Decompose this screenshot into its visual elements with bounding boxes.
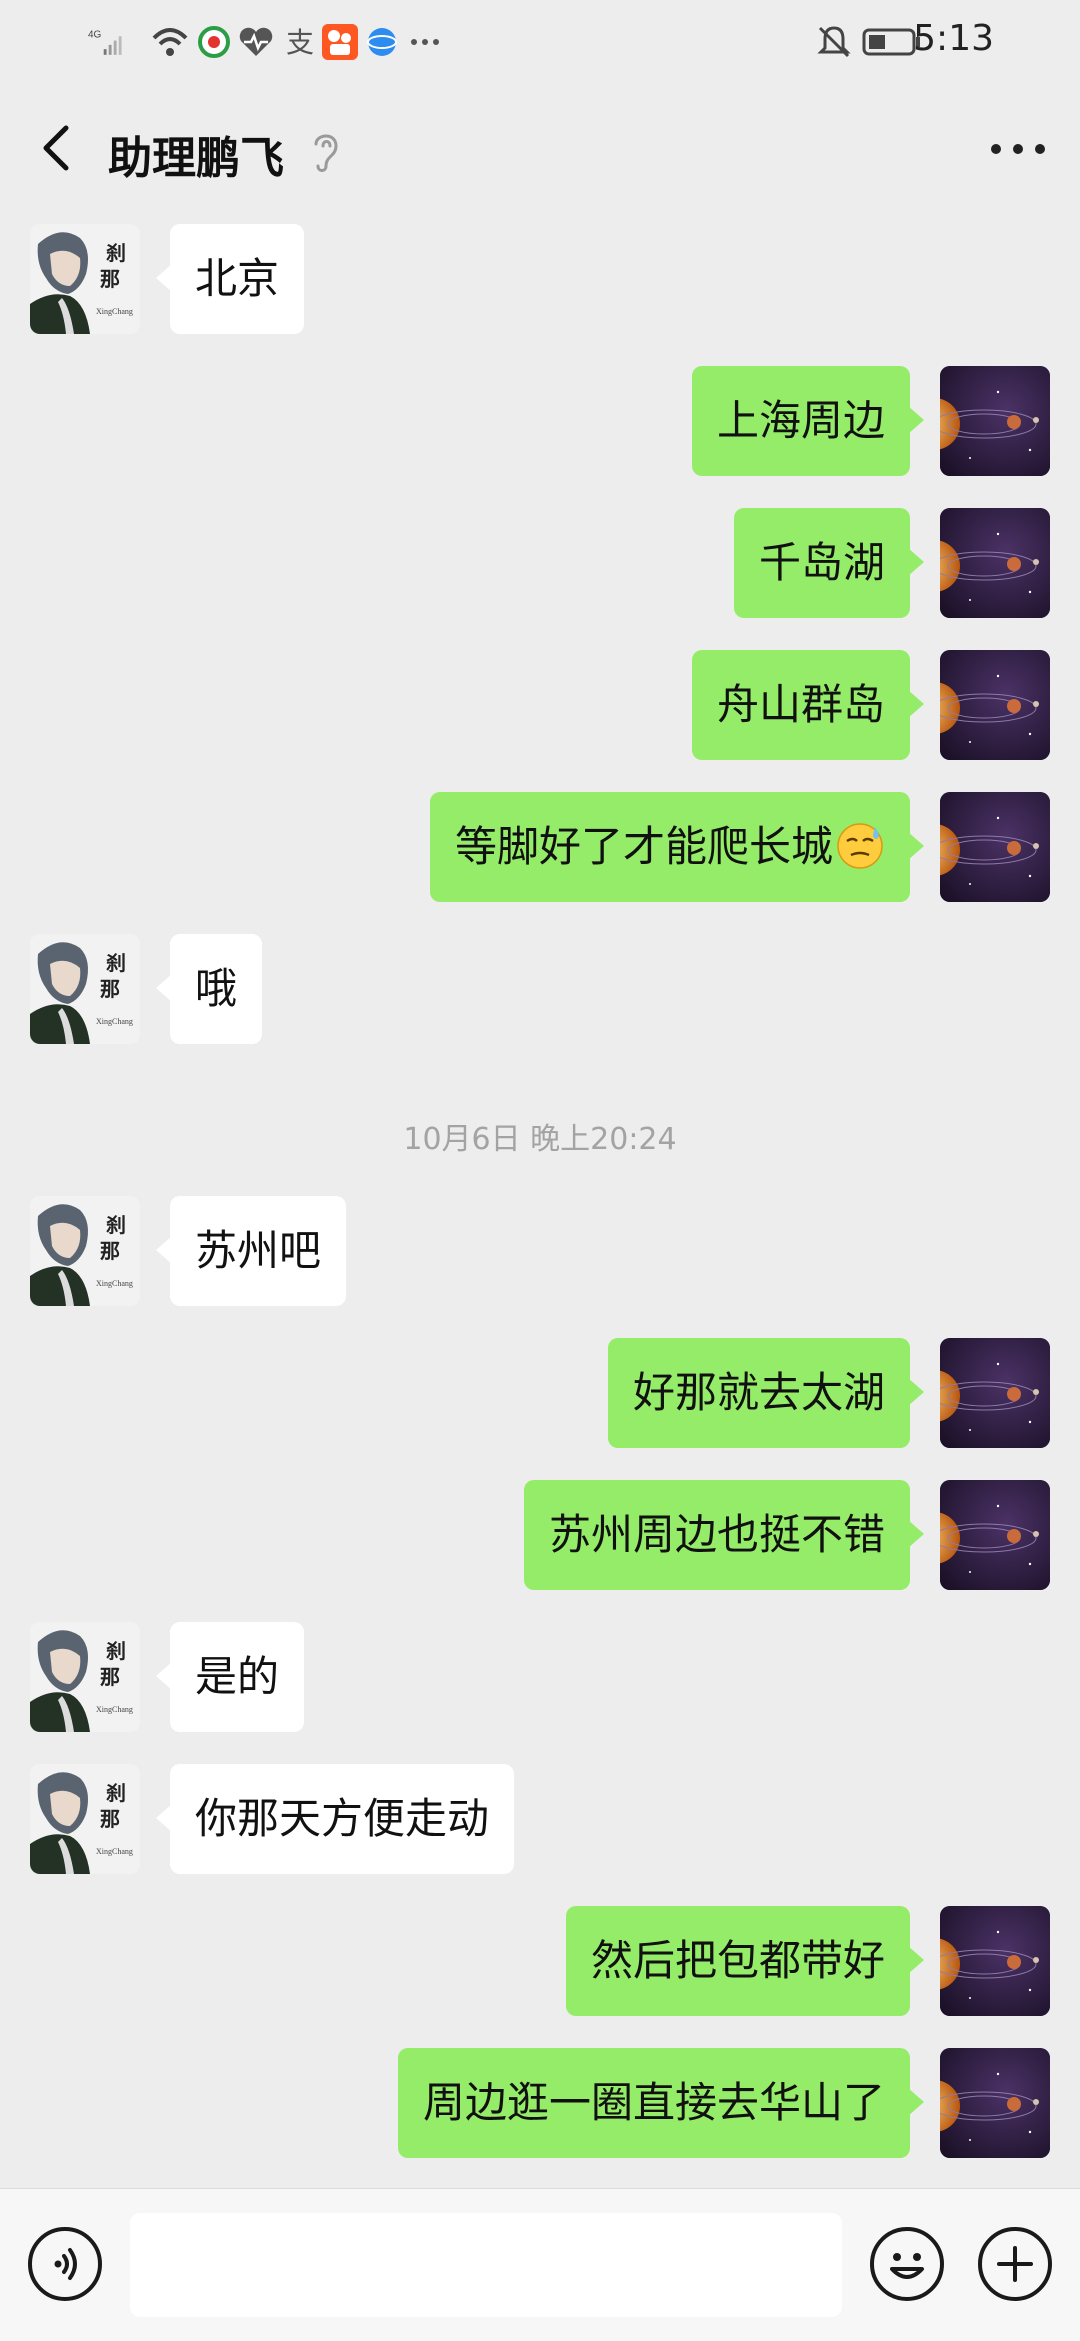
received-message: 刹那 XingChang 哦 (0, 934, 1080, 1044)
contact-avatar[interactable]: 刹那 XingChang (30, 224, 140, 334)
message-text: 哦 (195, 964, 238, 1013)
message-text: 你那天方便走动 (195, 1794, 490, 1843)
my-avatar[interactable] (940, 1338, 1050, 1448)
received-message: 刹那 XingChang 是的 (0, 1622, 1080, 1732)
app-notification-icon (198, 20, 230, 64)
svg-text:4G: 4G (88, 30, 102, 41)
message-bubble[interactable]: 是的 (155, 1622, 305, 1732)
contact-avatar[interactable]: 刹那 XingChang (30, 1622, 140, 1732)
emoji-button[interactable] (870, 2227, 944, 2301)
my-avatar[interactable] (940, 792, 1050, 902)
my-avatar[interactable] (940, 650, 1050, 760)
plus-icon (997, 2246, 1033, 2282)
sweat-emoji-icon (837, 822, 883, 869)
svg-text:刹: 刹 (106, 951, 126, 975)
svg-text:那: 那 (100, 1807, 120, 1831)
contact-avatar[interactable]: 刹那 XingChang (30, 1196, 140, 1306)
sent-message: 千岛湖 (0, 508, 1080, 618)
message-text: 上海周边 (716, 396, 885, 445)
voice-button[interactable] (28, 2227, 102, 2301)
svg-text:刹: 刹 (106, 241, 126, 265)
more-options-button[interactable] (986, 124, 1050, 174)
message-bubble[interactable]: 上海周边 (691, 366, 925, 476)
sent-message: 等脚好了才能爬长城 (0, 792, 1080, 902)
message-text: 千岛湖 (758, 538, 885, 587)
voice-icon (54, 2248, 77, 2280)
sent-message: 舟山群岛 (0, 650, 1080, 760)
svg-text:XingChang: XingChang (96, 1705, 133, 1714)
received-message: 刹那 XingChang 你那天方便走动 (0, 1764, 1080, 1874)
svg-text:XingChang: XingChang (96, 1279, 133, 1288)
plus-button[interactable] (978, 2227, 1052, 2301)
mute-icon (816, 20, 852, 64)
svg-text:刹: 刹 (106, 1213, 126, 1237)
emoji-icon (890, 2253, 924, 2279)
message-text: 是的 (195, 1652, 280, 1701)
more-notifications-icon (410, 20, 440, 64)
message-bubble[interactable]: 千岛湖 (733, 508, 925, 618)
signal-icon: 4G (88, 20, 128, 64)
sent-message: 周边逛一圈直接去华山了 (0, 2048, 1080, 2158)
message-text: 苏州周边也挺不错 (548, 1510, 885, 1559)
svg-text:那: 那 (100, 1239, 120, 1263)
nav-bar: 助理鹏飞 (0, 84, 1080, 212)
svg-text:那: 那 (100, 977, 120, 1001)
sent-message: 然后把包都带好 (0, 1906, 1080, 2016)
contact-avatar[interactable]: 刹那 XingChang (30, 1764, 140, 1874)
svg-text:XingChang: XingChang (96, 1017, 133, 1026)
received-message: 刹那 XingChang 苏州吧 (0, 1196, 1080, 1306)
my-avatar[interactable] (940, 1480, 1050, 1590)
svg-text:XingChang: XingChang (96, 307, 133, 316)
svg-text:那: 那 (100, 267, 120, 291)
message-text: 然后把包都带好 (590, 1936, 885, 1985)
wifi-icon (150, 20, 190, 64)
message-timestamp: 10月6日 晚上20:24 (403, 1122, 677, 1157)
my-avatar[interactable] (940, 1906, 1050, 2016)
message-bubble[interactable]: 舟山群岛 (691, 650, 925, 760)
message-text: 等脚好了才能爬长城 (454, 822, 833, 871)
message-bubble[interactable]: 然后把包都带好 (565, 1906, 925, 2016)
message-text: 周边逛一圈直接去华山了 (422, 2078, 885, 2127)
kuaishou-icon (322, 20, 358, 64)
message-bubble[interactable]: 你那天方便走动 (155, 1764, 515, 1874)
contact-avatar[interactable]: 刹那 XingChang (30, 934, 140, 1044)
svg-text:刹: 刹 (106, 1781, 126, 1805)
message-bubble[interactable]: 等脚好了才能爬长城 (429, 792, 925, 902)
message-bubble[interactable]: 好那就去太湖 (607, 1338, 925, 1448)
message-input[interactable] (130, 2213, 842, 2317)
received-message: 刹那 XingChang 北京 (0, 224, 1080, 334)
message-text: 苏州吧 (195, 1226, 322, 1275)
chat-title: 助理鹏飞 (108, 133, 284, 184)
ear-icon (306, 126, 346, 178)
svg-text:刹: 刹 (106, 1639, 126, 1663)
input-bar (0, 2188, 1080, 2341)
message-bubble[interactable]: 周边逛一圈直接去华山了 (397, 2048, 925, 2158)
status-time: 5:13 (913, 18, 994, 59)
back-button[interactable] (24, 116, 88, 180)
health-icon (238, 20, 274, 64)
message-text: 北京 (195, 254, 280, 303)
sent-message: 苏州周边也挺不错 (0, 1480, 1080, 1590)
message-bubble[interactable]: 苏州吧 (155, 1196, 347, 1306)
status-bar: 4G 支 5:13 (0, 0, 1080, 84)
message-text: 好那就去太湖 (632, 1368, 885, 1417)
chevron-left-icon (43, 125, 69, 171)
sent-message: 好那就去太湖 (0, 1338, 1080, 1448)
alipay-icon: 支 (284, 20, 320, 64)
message-bubble[interactable]: 哦 (155, 934, 263, 1044)
more-icon (991, 144, 1045, 154)
browser-icon (366, 20, 398, 64)
my-avatar[interactable] (940, 366, 1050, 476)
message-bubble[interactable]: 北京 (155, 224, 305, 334)
svg-text:XingChang: XingChang (96, 1847, 133, 1856)
my-avatar[interactable] (940, 2048, 1050, 2158)
svg-text:支: 支 (286, 26, 314, 59)
svg-text:那: 那 (100, 1665, 120, 1689)
my-avatar[interactable] (940, 508, 1050, 618)
chat-message-list[interactable]: 刹那 XingChang 北京 上海周边 千岛湖 舟山群岛 等脚好了才能爬长城刹那 XingC… (0, 212, 1080, 2188)
sent-message: 上海周边 (0, 366, 1080, 476)
message-text: 舟山群岛 (716, 680, 885, 729)
message-bubble[interactable]: 苏州周边也挺不错 (523, 1480, 925, 1590)
